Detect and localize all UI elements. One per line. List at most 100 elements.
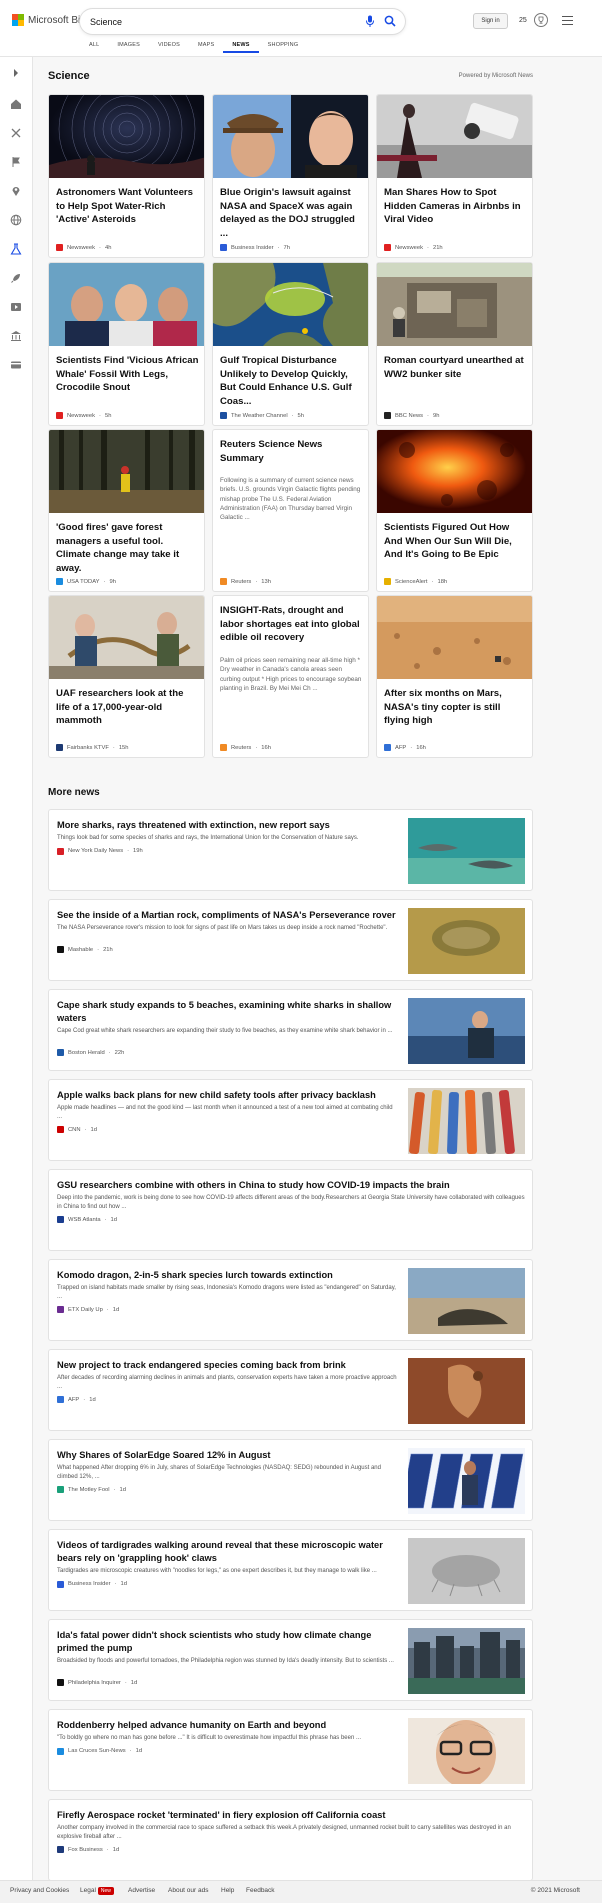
sign-in-button[interactable]: Sign in xyxy=(473,13,508,29)
news-card-source[interactable]: Newsweek · 5h xyxy=(56,412,111,419)
scope-tab-shopping[interactable]: SHOPPING xyxy=(259,41,308,53)
news-item-thumbnail[interactable] xyxy=(408,1268,525,1334)
card-icon[interactable] xyxy=(10,359,22,371)
news-item-title[interactable]: Apple walks back plans for new child saf… xyxy=(57,1089,397,1102)
news-item-thumbnail[interactable] xyxy=(408,998,525,1064)
scope-tab-videos[interactable]: VIDEOS xyxy=(149,41,189,53)
news-item-thumbnail[interactable] xyxy=(408,1088,525,1154)
news-list-item[interactable]: Videos of tardigrades walking around rev… xyxy=(48,1529,533,1611)
footer-link-advertise[interactable]: Advertise xyxy=(128,1887,155,1894)
news-card[interactable]: Roman courtyard unearthed at WW2 bunker … xyxy=(376,262,533,426)
news-list-item[interactable]: Komodo dragon, 2-in-5 shark species lurc… xyxy=(48,1259,533,1341)
news-item-title[interactable]: Ida's fatal power didn't shock scientist… xyxy=(57,1629,397,1655)
news-item-title[interactable]: Why Shares of SolarEdge Soared 12% in Au… xyxy=(57,1449,397,1462)
rocket-icon[interactable] xyxy=(10,272,22,284)
news-card-source[interactable]: AFP · 16h xyxy=(384,744,426,751)
footer-link-legal[interactable]: Legal New xyxy=(80,1887,114,1895)
news-card-image[interactable] xyxy=(377,596,532,679)
news-card[interactable]: Reuters Science News Summary Following is… xyxy=(212,429,369,592)
crossed-arrows-icon[interactable] xyxy=(10,127,22,139)
news-card-image[interactable] xyxy=(377,95,532,178)
news-list-item[interactable]: Why Shares of SolarEdge Soared 12% in Au… xyxy=(48,1439,533,1521)
news-card-image[interactable] xyxy=(49,263,204,346)
news-card[interactable]: INSIGHT-Rats, drought and labor shortage… xyxy=(212,595,369,758)
news-item-thumbnail[interactable] xyxy=(408,1538,525,1604)
news-item-title[interactable]: New project to track endangered species … xyxy=(57,1359,397,1372)
news-card-source[interactable]: Business Insider · 7h xyxy=(220,244,290,251)
news-item-source[interactable]: Boston Herald · 22h xyxy=(57,1049,124,1057)
news-card-source[interactable]: The Weather Channel · 5h xyxy=(220,412,304,419)
news-card-source[interactable]: BBC News · 9h xyxy=(384,412,439,419)
news-item-thumbnail[interactable] xyxy=(408,1448,525,1514)
news-item-title[interactable]: Komodo dragon, 2-in-5 shark species lurc… xyxy=(57,1269,397,1282)
rewards-points[interactable]: 25 xyxy=(519,17,527,24)
footer-link-legal-label[interactable]: Legal xyxy=(80,1887,96,1894)
news-list-item[interactable]: Firefly Aerospace rocket 'terminated' in… xyxy=(48,1799,533,1881)
news-card[interactable]: Man Shares How to Spot Hidden Cameras in… xyxy=(376,94,533,258)
news-item-thumbnail[interactable] xyxy=(408,1718,525,1784)
news-item-source[interactable]: ETX Daily Up · 1d xyxy=(57,1306,119,1314)
news-item-thumbnail[interactable] xyxy=(408,818,525,884)
news-card-title[interactable]: Astronomers Want Volunteers to Help Spot… xyxy=(56,186,199,227)
news-item-thumbnail[interactable] xyxy=(408,908,525,974)
news-card-image[interactable] xyxy=(213,95,368,178)
news-list-item[interactable]: More sharks, rays threatened with extinc… xyxy=(48,809,533,891)
news-card[interactable]: Blue Origin's lawsuit against NASA and S… xyxy=(212,94,369,258)
news-item-source[interactable]: Fox Business · 1d xyxy=(57,1846,119,1854)
news-card-title[interactable]: After six months on Mars, NASA's tiny co… xyxy=(384,687,527,728)
institution-icon[interactable] xyxy=(10,330,22,342)
news-item-thumbnail[interactable] xyxy=(408,1628,525,1694)
news-card-source[interactable]: Newsweek · 4h xyxy=(56,244,111,251)
news-list-item[interactable]: Ida's fatal power didn't shock scientist… xyxy=(48,1619,533,1701)
news-card-source[interactable]: USA TODAY · 9h xyxy=(56,578,116,585)
news-item-title[interactable]: Firefly Aerospace rocket 'terminated' in… xyxy=(57,1809,527,1822)
news-list-item[interactable]: Roddenberry helped advance humanity on E… xyxy=(48,1709,533,1791)
home-icon[interactable] xyxy=(10,98,22,110)
globe-icon[interactable] xyxy=(10,214,22,226)
menu-icon[interactable] xyxy=(562,16,573,25)
news-card[interactable]: Gulf Tropical Disturbance Unlikely to De… xyxy=(212,262,369,426)
news-card-source[interactable]: ScienceAlert · 18h xyxy=(384,578,447,585)
powered-by-label[interactable]: Powered by Microsoft News xyxy=(459,73,533,79)
news-card[interactable]: Astronomers Want Volunteers to Help Spot… xyxy=(48,94,205,258)
news-item-thumbnail[interactable] xyxy=(408,1358,525,1424)
news-list-item[interactable]: Cape shark study expands to 5 beaches, e… xyxy=(48,989,533,1071)
news-list-item[interactable]: See the inside of a Martian rock, compli… xyxy=(48,899,533,981)
search-input[interactable] xyxy=(90,14,340,29)
news-item-source[interactable]: AFP · 1d xyxy=(57,1396,96,1404)
rewards-trophy-icon[interactable] xyxy=(534,13,548,27)
news-item-source[interactable]: New York Daily News · 19h xyxy=(57,847,143,855)
scope-tab-images[interactable]: IMAGES xyxy=(108,41,149,53)
news-card-title[interactable]: Reuters Science News Summary xyxy=(220,438,363,465)
news-card-title[interactable]: INSIGHT-Rats, drought and labor shortage… xyxy=(220,604,363,645)
footer-link-feedback[interactable]: Feedback xyxy=(246,1887,275,1894)
flag-icon[interactable] xyxy=(10,156,22,168)
scope-tab-all[interactable]: ALL xyxy=(80,41,108,53)
news-list-item[interactable]: Apple walks back plans for new child saf… xyxy=(48,1079,533,1161)
news-card-source[interactable]: Fairbanks KTVF · 15h xyxy=(56,744,129,751)
news-card-title[interactable]: Gulf Tropical Disturbance Unlikely to De… xyxy=(220,354,363,408)
news-card-title[interactable]: Blue Origin's lawsuit against NASA and S… xyxy=(220,186,363,240)
news-card-image[interactable] xyxy=(49,95,204,178)
news-item-source[interactable]: Mashable · 21h xyxy=(57,946,113,954)
news-item-source[interactable]: Las Cruces Sun-News · 1d xyxy=(57,1747,142,1755)
news-item-title[interactable]: Cape shark study expands to 5 beaches, e… xyxy=(57,999,397,1025)
news-card-source[interactable]: Reuters · 13h xyxy=(220,578,271,585)
news-card-image[interactable] xyxy=(377,263,532,346)
news-card-title[interactable]: Roman courtyard unearthed at WW2 bunker … xyxy=(384,354,527,381)
news-card-image[interactable] xyxy=(377,430,532,513)
news-card[interactable]: After six months on Mars, NASA's tiny co… xyxy=(376,595,533,758)
news-item-source[interactable]: CNN · 1d xyxy=(57,1126,97,1134)
news-list-item[interactable]: GSU researchers combine with others in C… xyxy=(48,1169,533,1251)
video-icon[interactable] xyxy=(10,301,22,313)
news-card-source[interactable]: Reuters · 16h xyxy=(220,744,271,751)
news-card-image[interactable] xyxy=(49,596,204,679)
news-card[interactable]: Scientists Figured Out How And When Our … xyxy=(376,429,533,592)
news-item-source[interactable]: WSB Atlanta · 1d xyxy=(57,1216,117,1224)
news-item-title[interactable]: More sharks, rays threatened with extinc… xyxy=(57,819,397,832)
news-item-title[interactable]: Roddenberry helped advance humanity on E… xyxy=(57,1719,397,1732)
news-card-title[interactable]: Scientists Find 'Vicious African Whale' … xyxy=(56,354,199,395)
news-card-title[interactable]: UAF researchers look at the life of a 17… xyxy=(56,687,199,728)
mic-icon[interactable] xyxy=(365,15,375,28)
news-card-image[interactable] xyxy=(49,430,204,513)
